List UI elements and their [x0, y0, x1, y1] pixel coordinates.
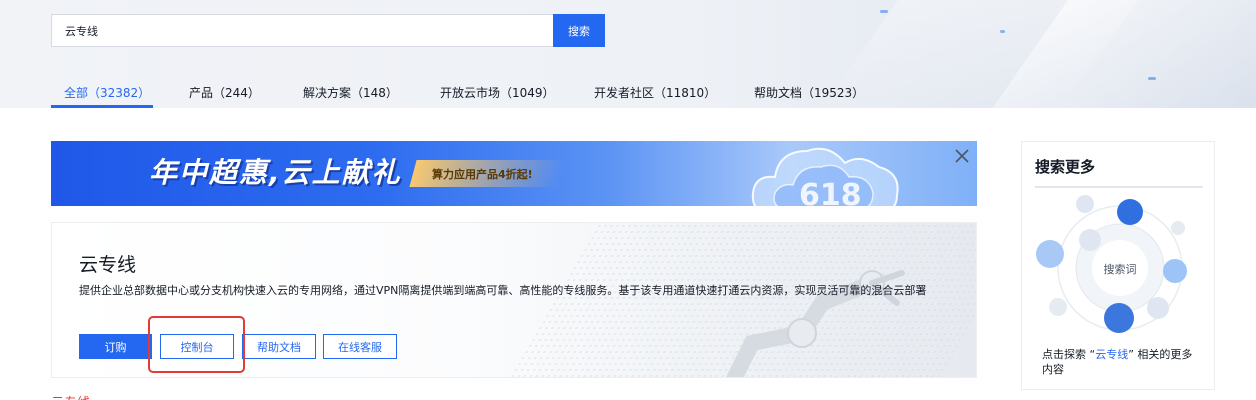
keyword-bubble[interactable]	[1079, 229, 1101, 251]
tab-solutions[interactable]: 解决方案（148）	[303, 78, 398, 108]
cloud-618-icon: 618	[751, 147, 899, 206]
keyword-bubble[interactable]	[1076, 195, 1094, 213]
banner-tag: 算力应用产品4折起!	[432, 168, 533, 181]
keyword-graph: 搜索词	[1036, 195, 1187, 333]
keyword-bubble[interactable]	[1049, 298, 1067, 316]
product-title[interactable]: 云专线	[79, 250, 136, 277]
search-input[interactable]	[52, 15, 553, 46]
docs-button[interactable]: 帮助文档	[242, 334, 316, 359]
keyword-bubble[interactable]	[1171, 221, 1185, 235]
tab-all[interactable]: 全部（32382）	[64, 78, 150, 108]
search-more-title: 搜索更多	[1035, 158, 1096, 176]
keyword-bubble[interactable]	[1147, 297, 1169, 319]
close-icon[interactable]	[953, 147, 971, 165]
search-header: 搜索 全部（32382） 产品（244） 解决方案（148） 开放云市场（104…	[0, 0, 1256, 108]
tab-marketplace[interactable]: 开放云市场（1049）	[440, 78, 555, 108]
search-more-panel: 搜索更多 搜索词 点击探索 “云专线” 相关的更多内容	[1021, 141, 1215, 390]
highlight-annotation	[148, 316, 245, 373]
robot-arm-illustration	[726, 270, 905, 377]
search-box	[51, 14, 553, 47]
search-more-hint: 点击探索 “云专线” 相关的更多内容	[1042, 347, 1202, 377]
promo-banner[interactable]: 年中超惠,云上献礼 算力应用产品4折起! 618	[51, 141, 977, 206]
keyword-bubble[interactable]	[1163, 259, 1187, 283]
hint-keyword-link[interactable]: 云专线	[1095, 348, 1128, 361]
keyword-bubble[interactable]	[1104, 303, 1134, 333]
sparkle-decoration	[1000, 30, 1005, 33]
tab-community[interactable]: 开发者社区（11810）	[594, 78, 716, 108]
order-button[interactable]: 订购	[79, 334, 152, 359]
keyword-bubble[interactable]	[1117, 199, 1143, 225]
tab-docs[interactable]: 帮助文档（19523）	[754, 78, 864, 108]
sparkle-decoration	[1148, 77, 1156, 80]
hint-prefix: 点击探索 “	[1042, 348, 1096, 361]
product-description: 提供企业总部数据中心或分支机构快速入云的专用网络，通过VPN隔离提供端到端高可靠…	[79, 284, 927, 297]
keyword-bubble[interactable]	[1036, 240, 1064, 268]
online-service-button[interactable]: 在线客服	[323, 334, 397, 359]
active-tab-indicator	[51, 105, 153, 108]
divider	[1035, 186, 1203, 188]
sparkle-decoration	[880, 10, 888, 13]
search-button[interactable]: 搜索	[553, 14, 605, 47]
tab-products[interactable]: 产品（244）	[189, 78, 260, 108]
result-title-link[interactable]: 云专线	[51, 392, 90, 400]
banner-badge: 618	[799, 178, 862, 206]
banner-title: 年中超惠,云上献礼	[149, 156, 402, 189]
search-term-label: 搜索词	[1104, 262, 1137, 276]
